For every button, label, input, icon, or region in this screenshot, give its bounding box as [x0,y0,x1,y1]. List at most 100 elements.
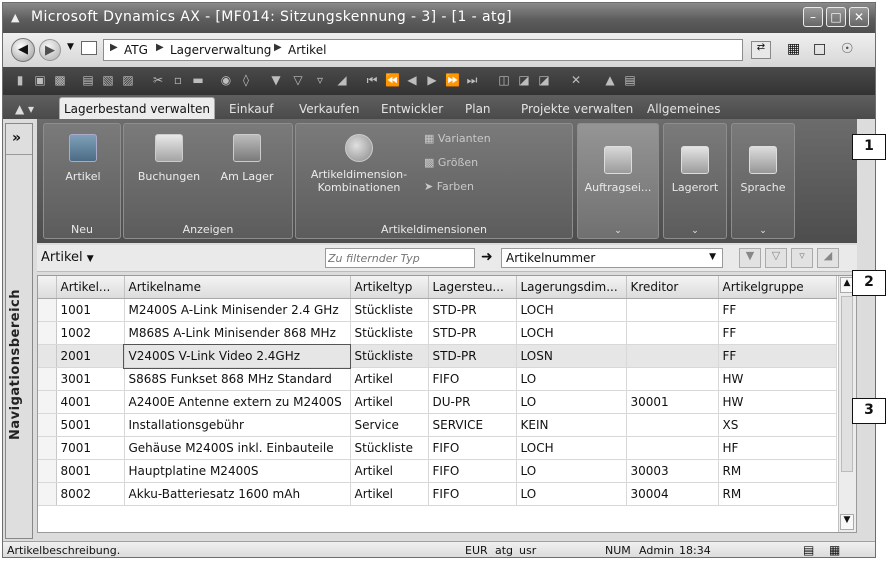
cell-lagerungsdimension[interactable]: LO [516,482,627,506]
cell-artikelgruppe[interactable]: FF [718,344,837,368]
tab-allgemeines[interactable]: Allgemeines [643,99,725,119]
cell-lagerungsdimension[interactable]: LOCH [516,436,627,460]
cell-artikeltyp[interactable]: Stückliste [350,321,429,345]
breadcrumb[interactable]: ▶ ATG ▶ Lagerverwaltung ▶ Artikel [103,39,743,61]
table-row[interactable]: 1001 M2400S A-Link Minisender 2.4 GHz Stüc… [38,298,837,322]
cell-lagersteuerung[interactable]: STD-PR [428,321,517,345]
cell-kreditor[interactable]: 30003 [626,459,719,483]
table-row[interactable]: 5001 Installationsgebühr Service SERVICE KEI… [38,413,837,437]
print-status-icon[interactable]: ▤ [803,543,814,557]
document-status-icon[interactable]: ▦ [829,543,840,557]
cell-artikelname[interactable]: Hauptplatine M2400S [124,459,351,483]
advanced-filter-icon[interactable]: ▿ [313,73,327,87]
cut-icon[interactable]: ✂ [151,73,165,87]
cell-lagerungsdimension[interactable]: LOSN [516,344,627,368]
last-record-icon[interactable]: ⏭ [465,73,479,87]
cell-kreditor[interactable] [626,436,719,460]
document-handling-icon[interactable]: ◫ [497,73,511,87]
back-button[interactable]: ◀ [11,38,35,62]
maximize-button[interactable]: □ [826,7,846,27]
cell-artikeltyp[interactable]: Artikel [350,459,429,483]
cell-artikelname[interactable]: A2400E Antenne extern zu M2400S [124,390,351,414]
cell-artikelgruppe[interactable]: RM [718,459,837,483]
row-selector[interactable] [38,413,57,437]
go-icon[interactable]: ⇄ [751,41,771,59]
next-page-icon[interactable]: ⏩ [445,73,460,87]
alert-icon[interactable]: ▲ [603,73,617,87]
row-selector[interactable] [38,344,57,368]
tab-entwickler[interactable]: Entwickler [377,99,447,119]
cell-artikelnummer[interactable]: 8001 [56,459,125,483]
cell-artikelname[interactable]: Installationsgebühr [124,413,351,437]
table-row[interactable]: 3001 S868S Funkset 868 MHz Standard Artike… [38,367,837,391]
cell-lagersteuerung[interactable]: FIFO [428,436,517,460]
cell-lagerungsdimension[interactable]: KEIN [516,413,627,437]
cell-artikelgruppe[interactable]: HF [718,436,837,460]
cell-lagerungsdimension[interactable]: LOCH [516,321,627,345]
filter-by-grid-icon[interactable]: ▽ [291,73,305,87]
breadcrumb-item-atg[interactable]: ATG [124,43,148,57]
cell-artikeltyp[interactable]: Artikel [350,390,429,414]
cell-lagersteuerung[interactable]: FIFO [428,367,517,391]
cell-kreditor[interactable] [626,413,719,437]
cell-kreditor[interactable] [626,367,719,391]
cell-artikelname[interactable]: M868S A-Link Minisender 868 MHz [124,321,351,345]
table-row[interactable]: 2001 V2400S V-Link Video 2.4GHz Stückliste… [38,343,837,369]
cell-artikelnummer[interactable]: 1001 [56,298,125,322]
column-header-kreditor[interactable]: Kreditor [626,276,719,299]
minimize-button[interactable]: – [803,7,823,27]
export-icon[interactable]: ▨ [121,73,135,87]
previous-record-icon[interactable]: ◀ [405,73,419,87]
copy-icon[interactable]: ▫ [171,73,185,87]
find-icon[interactable]: ◉ [219,73,233,87]
table-row[interactable]: 8002 Akku-Batteriesatz 1600 mAh Artikel FIF… [38,482,837,506]
cell-lagersteuerung[interactable]: STD-PR [428,344,517,368]
column-header-lagersteuerung[interactable]: Lagersteu... [428,276,517,299]
cell-lagerungsdimension[interactable]: LO [516,390,627,414]
filter-by-grid-button[interactable]: ▽ [765,248,787,268]
row-selector[interactable] [38,436,57,460]
help-icon[interactable]: ☉ [841,41,854,57]
cell-kreditor[interactable] [626,298,719,322]
column-header-artikelname[interactable]: Artikelname [124,276,351,299]
cell-kreditor[interactable] [626,344,719,368]
row-selector[interactable] [38,321,57,345]
filter-by-selection-icon[interactable]: ▼ [269,73,283,87]
tab-einkauf[interactable]: Einkauf [225,99,277,119]
farben-button[interactable]: ➤ Farben [424,180,474,193]
cell-kreditor[interactable] [626,321,719,345]
cell-artikelgruppe[interactable]: XS [718,413,837,437]
tab-plan[interactable]: Plan [461,99,495,119]
find-next-icon[interactable]: ◊ [239,73,253,87]
cell-artikeltyp[interactable]: Stückliste [350,436,429,460]
cell-artikelgruppe[interactable]: FF [718,298,837,322]
cell-artikelgruppe[interactable]: HW [718,367,837,391]
new-item-button[interactable]: Artikel [58,134,108,183]
column-header-artikelnummer[interactable]: Artikel... [56,276,125,299]
more-icon[interactable]: ▤ [623,73,637,87]
advanced-filter-button[interactable]: ▿ [791,248,813,268]
ribbon-group-lagerort[interactable]: Lagerort ⌄ [663,123,727,239]
cell-kreditor[interactable]: 30001 [626,390,719,414]
close-button[interactable]: ✕ [849,7,869,27]
cell-artikeltyp[interactable]: Service [350,413,429,437]
paste-icon[interactable]: ▬ [191,73,205,87]
tab-lagerbestand-verwalten[interactable]: Lagerbestand verwalten [59,97,215,120]
am-lager-button[interactable]: Am Lager [212,134,282,183]
filter-field-select[interactable]: Artikelnummer ▼ [501,248,723,268]
cell-artikelnummer[interactable]: 1002 [56,321,125,345]
history-dropdown-icon[interactable]: ▼ [67,42,74,52]
table-selector[interactable]: Artikel ▼ [41,250,94,265]
cell-artikeltyp[interactable]: Stückliste [350,344,429,368]
dimension-combinations-button[interactable]: Artikeldimension- Kombinationen [304,134,414,194]
column-header-artikelgruppe[interactable]: Artikelgruppe [718,276,837,299]
row-selector[interactable] [38,367,57,391]
print-icon[interactable]: ▤ [81,73,95,87]
layout-icon[interactable]: ▦ [787,41,800,57]
filter-by-selection-button[interactable]: ▼ [739,248,761,268]
apply-filter-arrow-icon[interactable]: ➜ [481,249,493,265]
cell-artikelnummer[interactable]: 8002 [56,482,125,506]
cell-artikelgruppe[interactable]: FF [718,321,837,345]
cell-lagerungsdimension[interactable]: LOCH [516,298,627,322]
app-menu-icon[interactable]: ▲ ▾ [11,99,38,119]
